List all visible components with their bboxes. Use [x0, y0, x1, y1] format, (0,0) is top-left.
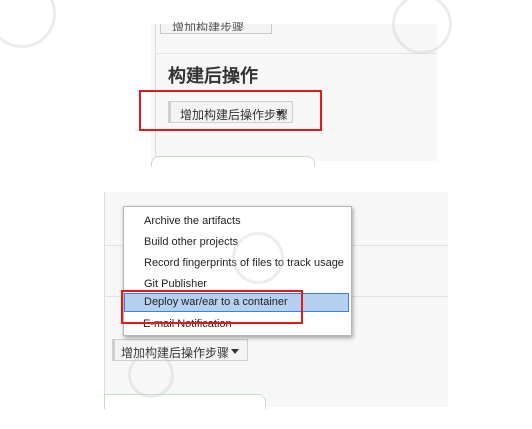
menu-item-archive-artifacts[interactable]: Archive the artifacts: [144, 215, 241, 227]
add-build-step-label: 增加构建步骤: [172, 22, 245, 31]
panel-border: [104, 192, 105, 407]
save-bar-edge: [151, 156, 315, 167]
highlight-box: [121, 290, 303, 324]
watermark-logo: [392, 0, 452, 54]
watermark-logo: [232, 232, 284, 284]
menu-item-build-other-projects[interactable]: Build other projects: [144, 236, 238, 248]
chevron-down-icon: [231, 349, 239, 354]
highlight-box: [139, 90, 322, 131]
save-bar-edge: [104, 394, 266, 409]
watermark-logo: [0, 0, 56, 48]
divider: [155, 53, 437, 54]
add-post-build-step-button[interactable]: 增加构建后操作步骤: [112, 339, 248, 361]
menu-item-git-publisher[interactable]: Git Publisher: [144, 278, 207, 290]
watermark-logo: [128, 352, 174, 398]
section-title: 构建后操作: [168, 66, 258, 86]
